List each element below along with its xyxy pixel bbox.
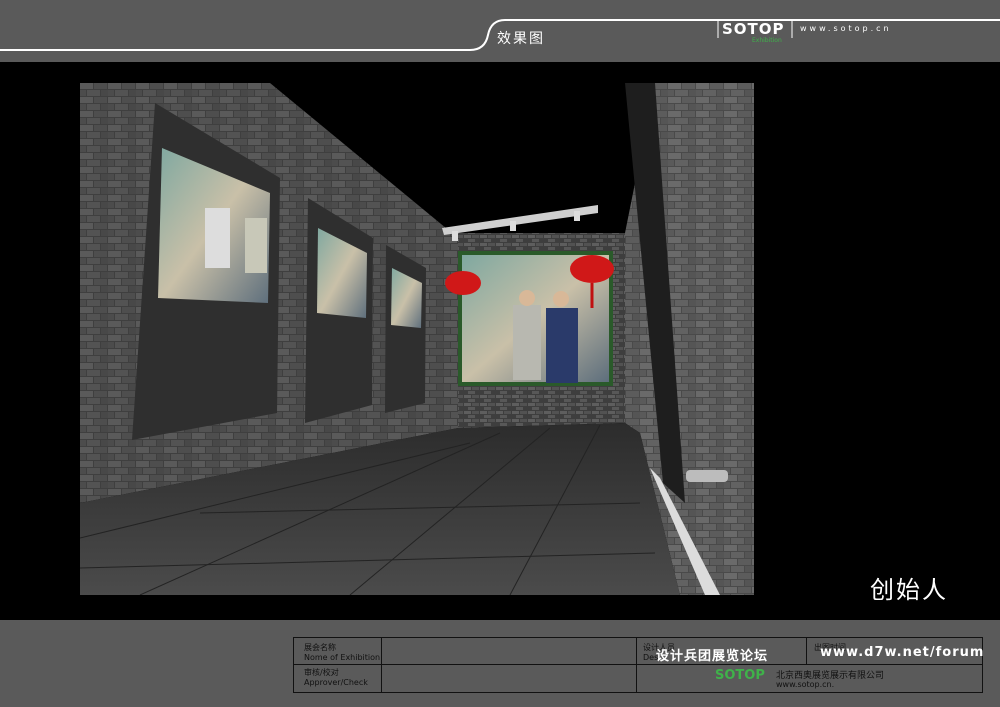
corridor-render — [80, 83, 754, 595]
exhibition-label-en: Nome of Exhibition — [304, 653, 381, 662]
brand-url: www.sotop.cn — [800, 24, 892, 33]
brand-logo: SOTOP — [722, 20, 785, 38]
approver-value-cell — [382, 665, 637, 692]
page-title: 效果图 — [497, 31, 545, 47]
watermark-right: www.d7w.net/forum — [820, 645, 985, 660]
watermark-left: 设计兵团展览论坛 — [656, 649, 769, 664]
header-bar: 效果图 SOTOP Exhibition www.sotop.cn — [0, 0, 1000, 62]
company-url: www.sotop.cn. — [776, 680, 835, 689]
company-logo: SOTOP — [715, 668, 765, 683]
render-caption: 创始人 — [870, 576, 948, 604]
exhibition-value-cell — [382, 638, 637, 665]
render-image — [80, 83, 754, 595]
exhibition-label-cn: 展会名称 — [304, 643, 336, 652]
approver-label-en: Approver/Check — [304, 678, 368, 687]
brand-logo-sub: Exhibition — [752, 37, 782, 44]
approver-label-cn: 审核/校对 — [304, 668, 339, 677]
